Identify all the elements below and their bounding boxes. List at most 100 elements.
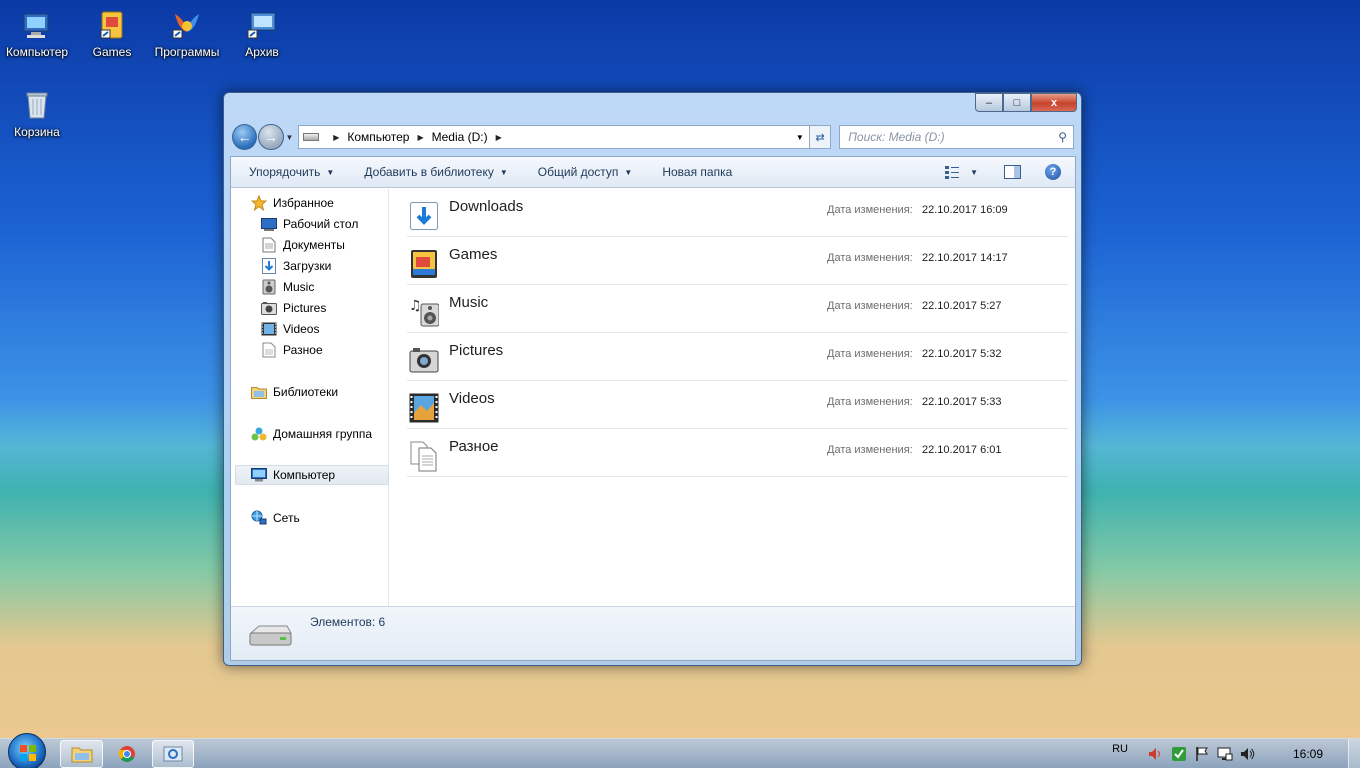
navigation-pane: Избранное Рабочий стол Документы Загрузк…: [231, 189, 389, 607]
sidebar-item-homegroup[interactable]: Домашняя группа: [251, 424, 372, 444]
close-button[interactable]: x: [1031, 93, 1077, 112]
forward-button[interactable]: →: [258, 124, 284, 150]
folder-icon: [71, 747, 92, 763]
chevron-right-icon[interactable]: ▶: [333, 133, 339, 142]
item-count: Элементов: 6: [310, 615, 386, 629]
file-row-games[interactable]: Games Дата изменения: 22.10.2017 14:17: [407, 237, 1068, 285]
sidebar-item-label: Загрузки: [283, 259, 332, 273]
clock[interactable]: 16:09: [1293, 747, 1323, 761]
check-icon[interactable]: [1171, 746, 1187, 762]
star-icon: [251, 195, 267, 211]
desktop-icon-programs[interactable]: Программы: [151, 9, 223, 59]
status-bar: Элементов: 6: [231, 606, 1075, 660]
address-dropdown-icon[interactable]: ▼: [791, 133, 809, 142]
language-indicator[interactable]: RU: [1112, 743, 1128, 755]
file-row-misc[interactable]: Разное Дата изменения: 22.10.2017 6:01: [407, 429, 1068, 477]
desktop-icon-label: Games: [92, 45, 132, 59]
navigation-bar: ← → ▼ ▶ Компьютер ▶ Media (D:) ▶ ▼ ⇄ Пои…: [232, 124, 1074, 150]
sidebar-item-favorites[interactable]: Избранное: [251, 193, 334, 213]
sidebar-item-misc[interactable]: Разное: [261, 340, 323, 360]
date-modified-label: Дата изменения:: [827, 300, 913, 312]
sidebar-item-downloads[interactable]: Загрузки: [261, 256, 331, 276]
taskbar-app-button[interactable]: [152, 740, 194, 768]
recent-pages-dropdown[interactable]: ▼: [286, 133, 296, 142]
explorer-content: Упорядочить ▼ Добавить в библиотеку ▼ Общи…: [230, 156, 1076, 661]
sidebar-item-documents[interactable]: Документы: [261, 235, 345, 255]
misc-folder-icon: [409, 441, 439, 472]
caret-down-icon: ▼: [624, 167, 633, 177]
sidebar-item-label: Документы: [283, 238, 345, 252]
file-name: Разное: [449, 438, 499, 455]
sidebar-item-pictures[interactable]: Pictures: [261, 298, 326, 318]
sidebar-item-network[interactable]: Сеть: [251, 508, 300, 528]
sidebar-item-computer[interactable]: Компьютер: [235, 465, 389, 485]
file-row-downloads[interactable]: Downloads Дата изменения: 22.10.2017 16:…: [407, 189, 1068, 237]
date-modified-label: Дата изменения:: [827, 204, 913, 216]
sidebar-item-label: Компьютер: [273, 468, 336, 482]
sidebar-item-desktop[interactable]: Рабочий стол: [261, 214, 358, 234]
date-modified-label: Дата изменения:: [827, 396, 913, 408]
date-modified-value: 22.10.2017 5:32: [922, 348, 1002, 360]
programs-icon: [171, 9, 203, 41]
sidebar-item-label: Music: [283, 280, 315, 294]
show-desktop-button[interactable]: [1348, 739, 1360, 768]
taskbar: RU 16:09: [0, 733, 1360, 768]
sidebar-item-label: Рабочий стол: [283, 217, 359, 231]
organize-label: Упорядочить: [249, 165, 321, 179]
preview-pane-icon[interactable]: [1004, 165, 1021, 179]
share-button[interactable]: Общий доступ ▼: [538, 165, 633, 179]
maximize-button[interactable]: □: [1003, 93, 1031, 112]
volume-icon[interactable]: [1240, 746, 1256, 762]
sidebar-item-label: Разное: [283, 343, 323, 357]
help-icon[interactable]: ?: [1045, 164, 1061, 180]
new-folder-button[interactable]: Новая папка: [662, 165, 732, 179]
refresh-button[interactable]: ⇄: [809, 125, 832, 149]
system-tray: RU 16:09: [1112, 739, 1360, 768]
file-name: Videos: [449, 390, 495, 407]
app-window-icon: [163, 746, 183, 762]
start-button[interactable]: [8, 733, 46, 768]
organize-button[interactable]: Упорядочить ▼: [249, 165, 334, 179]
back-button[interactable]: ←: [232, 124, 258, 150]
recycle-bin-icon: [21, 89, 53, 121]
breadcrumb-media-d[interactable]: Media (D:): [432, 130, 488, 144]
downloads-folder-icon: [409, 201, 439, 231]
network-tray-icon[interactable]: [1217, 746, 1233, 762]
desktop-icon-games[interactable]: Games: [76, 9, 148, 59]
flag-icon[interactable]: [1194, 746, 1210, 762]
sidebar-item-libraries[interactable]: Библиотеки: [251, 382, 338, 402]
file-list: Downloads Дата изменения: 22.10.2017 16:…: [391, 189, 1076, 607]
sidebar-item-music[interactable]: Music: [261, 277, 314, 297]
videos-icon: [261, 321, 277, 337]
caret-down-icon: ▼: [326, 167, 335, 177]
computer-icon: [21, 9, 53, 41]
speaker-red-icon[interactable]: [1148, 746, 1164, 762]
address-bar[interactable]: ▶ Компьютер ▶ Media (D:) ▶ ▼: [298, 125, 810, 149]
taskbar-chrome-button[interactable]: [106, 740, 148, 768]
view-options-icon[interactable]: ▼: [944, 165, 978, 179]
file-row-pictures[interactable]: Pictures Дата изменения: 22.10.2017 5:32: [407, 333, 1068, 381]
file-name: Pictures: [449, 342, 504, 359]
file-row-music[interactable]: ♫ Music Дата изменения: 22.10.2017 5:27: [407, 285, 1068, 333]
file-row-videos[interactable]: Videos Дата изменения: 22.10.2017 5:33: [407, 381, 1068, 429]
desktop-icon-archive[interactable]: Архив: [226, 9, 298, 59]
chevron-right-icon[interactable]: ▶: [417, 133, 423, 142]
desktop-icon-recycle-bin[interactable]: Корзина: [1, 89, 73, 139]
windows-logo-icon: [20, 745, 36, 761]
sidebar-item-videos[interactable]: Videos: [261, 319, 319, 339]
minimize-button[interactable]: –: [975, 93, 1003, 112]
search-icon[interactable]: ⚲: [1058, 130, 1067, 144]
desktop-icon-computer[interactable]: Компьютер: [1, 9, 73, 59]
search-input[interactable]: Поиск: Media (D:) ⚲: [839, 125, 1074, 149]
drive-icon: [303, 133, 320, 141]
explorer-window[interactable]: – □ x ← → ▼ ▶ Компьютер ▶ Media (D:) ▶ ▼…: [223, 92, 1082, 666]
date-modified-value: 22.10.2017 6:01: [922, 444, 1002, 456]
breadcrumb-computer[interactable]: Компьютер: [347, 130, 409, 144]
add-to-library-label: Добавить в библиотеку: [364, 165, 494, 179]
taskbar-explorer-button[interactable]: [60, 740, 103, 768]
games-folder-icon: [409, 249, 439, 279]
homegroup-icon: [251, 426, 267, 442]
add-to-library-button[interactable]: Добавить в библиотеку ▼: [364, 165, 507, 179]
chevron-right-icon[interactable]: ▶: [496, 133, 502, 142]
svg-text:♫: ♫: [409, 298, 422, 314]
